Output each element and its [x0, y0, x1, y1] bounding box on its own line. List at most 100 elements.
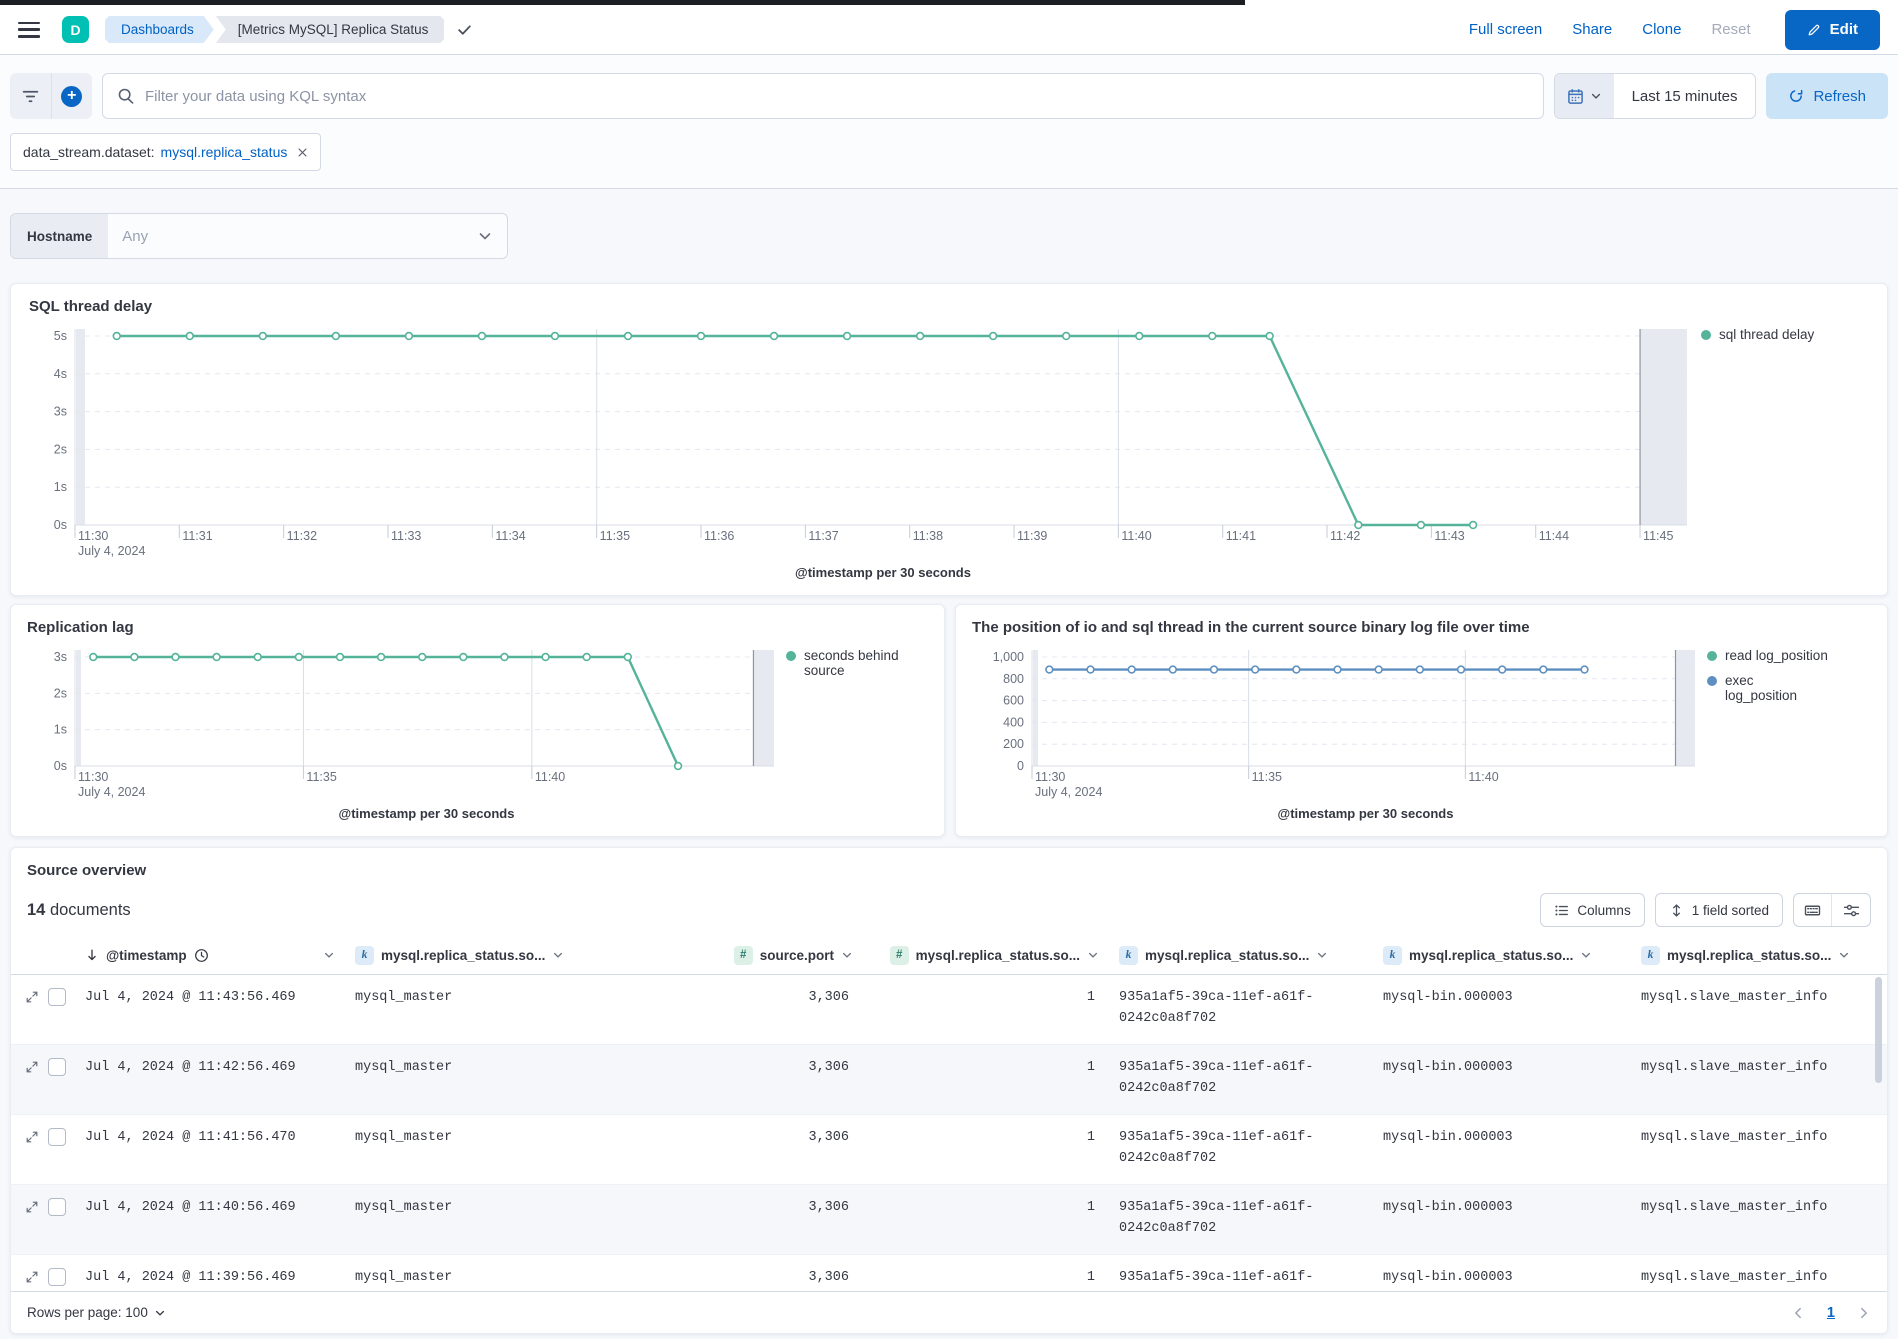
- remove-filter-icon[interactable]: [297, 147, 308, 158]
- column-header-timestamp[interactable]: @timestamp: [75, 948, 345, 963]
- chevron-down-icon: [552, 949, 564, 961]
- keyboard-icon[interactable]: [1794, 894, 1832, 926]
- svg-text:11:33: 11:33: [391, 529, 421, 543]
- chart-x-axis-caption: @timestamp per 30 seconds: [338, 806, 515, 821]
- filter-pill[interactable]: data_stream.dataset: mysql.replica_statu…: [10, 133, 322, 171]
- clone-link[interactable]: Clone: [1642, 21, 1681, 38]
- expand-row-icon[interactable]: [25, 1060, 39, 1114]
- chart-svg: 3s 2s 1s 0s 11:30July 4, 2024 11:35 11:40: [54, 650, 774, 799]
- header-actions: Full screen Share Clone Reset Edit: [1469, 9, 1880, 50]
- breadcrumb: Dashboards [Metrics MySQL] Replica Statu…: [105, 16, 444, 43]
- display-settings-icon[interactable]: [1832, 894, 1870, 926]
- full-screen-link[interactable]: Full screen: [1469, 21, 1542, 38]
- sort-fields-button[interactable]: 1 field sorted: [1654, 893, 1783, 927]
- page-number[interactable]: 1: [1827, 1305, 1835, 1321]
- legend-item[interactable]: exec log_position: [1707, 673, 1871, 703]
- table-row: Jul 4, 2024 @ 11:40:56.469 mysql_master 3,…: [11, 1184, 1887, 1255]
- svg-text:11:40: 11:40: [535, 770, 565, 784]
- svg-text:0: 0: [1017, 759, 1024, 773]
- refresh-button[interactable]: Refresh: [1766, 73, 1888, 119]
- table-cell: mysql-bin.000003: [1383, 989, 1513, 1005]
- legend-item[interactable]: sql thread delay: [1701, 327, 1869, 342]
- filter-pill-field: data_stream.dataset:: [23, 144, 155, 160]
- edit-button[interactable]: Edit: [1784, 9, 1880, 50]
- chevron-down-icon: [323, 949, 335, 961]
- kql-search-input[interactable]: [145, 87, 1529, 105]
- row-controls: [11, 975, 75, 1044]
- dashboard-grid: SQL thread delay 5s 4s 3s 2s 1s 0s 11:30 July 4…: [0, 259, 1898, 1334]
- field-type-badge: k: [1119, 945, 1138, 965]
- column-header-4[interactable]: k mysql.replica_status.so...: [1109, 945, 1373, 965]
- search-icon: [117, 87, 135, 105]
- panel-sql-thread-delay: SQL thread delay 5s 4s 3s 2s 1s 0s 11:30 July 4…: [10, 283, 1888, 596]
- hostname-value[interactable]: Any: [108, 228, 463, 245]
- table-cell: 1: [1086, 1199, 1095, 1215]
- svg-text:11:39: 11:39: [1017, 529, 1047, 543]
- table-cell: mysql.slave_master_info: [1641, 1059, 1828, 1075]
- table-toolbar: Columns 1 field sorted: [1540, 893, 1871, 927]
- row-checkbox[interactable]: [48, 1267, 66, 1286]
- row-checkbox[interactable]: [48, 1057, 66, 1076]
- svg-text:3s: 3s: [54, 650, 67, 664]
- svg-text:11:35: 11:35: [600, 529, 630, 543]
- svg-text:July 4, 2024: July 4, 2024: [78, 785, 145, 799]
- field-type-badge: k: [1641, 945, 1660, 965]
- table-cell: 935a1af5-39ca-11ef-a61f-0242c0a8f702: [1119, 1129, 1314, 1166]
- row-checkbox[interactable]: [48, 987, 66, 1006]
- expand-row-icon[interactable]: [25, 1270, 39, 1291]
- table-cell: mysql_master: [355, 1269, 453, 1285]
- breadcrumb-current-dashboard: [Metrics MySQL] Replica Status: [216, 16, 445, 43]
- svg-text:11:43: 11:43: [1434, 529, 1464, 543]
- expand-row-icon[interactable]: [25, 990, 39, 1044]
- space-avatar[interactable]: D: [62, 16, 89, 43]
- table-cell: mysql-bin.000003: [1383, 1059, 1513, 1075]
- table-cell: 3,306: [808, 1199, 849, 1215]
- field-type-badge: #: [889, 945, 909, 965]
- previous-page-icon[interactable]: [1791, 1306, 1805, 1320]
- share-link[interactable]: Share: [1572, 21, 1612, 38]
- table-cell: 3,306: [808, 989, 849, 1005]
- columns-button[interactable]: Columns: [1540, 893, 1645, 927]
- add-filter-button[interactable]: +: [52, 73, 93, 119]
- svg-text:600: 600: [1003, 694, 1024, 708]
- hostname-select[interactable]: Hostname Any: [10, 213, 508, 259]
- table-cell: mysql.slave_master_info: [1641, 1269, 1828, 1285]
- svg-text:4s: 4s: [54, 367, 67, 381]
- column-header-1[interactable]: k mysql.replica_status.so...: [345, 945, 703, 965]
- rows-per-page-button[interactable]: Rows per page: 100: [27, 1305, 166, 1320]
- document-count: 14 documents: [27, 900, 131, 919]
- saved-check-icon: [456, 21, 473, 38]
- chevron-down-icon: [1087, 949, 1099, 961]
- row-checkbox[interactable]: [48, 1127, 66, 1146]
- svg-text:11:44: 11:44: [1539, 529, 1569, 543]
- column-header-2[interactable]: # source.port: [703, 945, 863, 965]
- expand-row-icon[interactable]: [25, 1200, 39, 1254]
- table-cell: mysql_master: [355, 1199, 453, 1215]
- chevron-down-icon[interactable]: [463, 228, 507, 244]
- time-range-value[interactable]: Last 15 minutes: [1614, 88, 1756, 105]
- menu-hamburger-icon[interactable]: [18, 21, 40, 38]
- table-cell: mysql_master: [355, 1129, 453, 1145]
- table-scrollbar[interactable]: [1875, 976, 1882, 1083]
- legend-item[interactable]: seconds behind source: [786, 648, 928, 678]
- calendar-menu[interactable]: [1554, 74, 1614, 118]
- svg-text:2s: 2s: [54, 442, 67, 456]
- svg-text:400: 400: [1003, 715, 1024, 729]
- query-bar-area: + Last 15 minutes Refresh: [0, 55, 1898, 189]
- svg-text:0s: 0s: [54, 518, 67, 532]
- column-header-6[interactable]: k mysql.replica_status.so...: [1631, 945, 1887, 965]
- column-header-5[interactable]: k mysql.replica_status.so...: [1373, 945, 1631, 965]
- display-options-group: [1793, 893, 1871, 927]
- app-header: D Dashboards [Metrics MySQL] Replica Sta…: [0, 5, 1898, 55]
- row-checkbox[interactable]: [48, 1197, 66, 1216]
- filter-menu-button[interactable]: [10, 73, 52, 119]
- breadcrumb-dashboards[interactable]: Dashboards: [105, 16, 214, 43]
- legend-item[interactable]: read log_position: [1707, 648, 1871, 663]
- time-range-picker[interactable]: Last 15 minutes: [1553, 73, 1757, 119]
- chart-x-axis-caption: @timestamp per 30 seconds: [1277, 806, 1454, 821]
- expand-row-icon[interactable]: [25, 1130, 39, 1184]
- next-page-icon[interactable]: [1857, 1306, 1871, 1320]
- svg-text:11:32: 11:32: [287, 529, 317, 543]
- chart-legend: read log_positionexec log_position: [1699, 636, 1871, 826]
- column-header-3[interactable]: # mysql.replica_status.so...: [863, 945, 1109, 965]
